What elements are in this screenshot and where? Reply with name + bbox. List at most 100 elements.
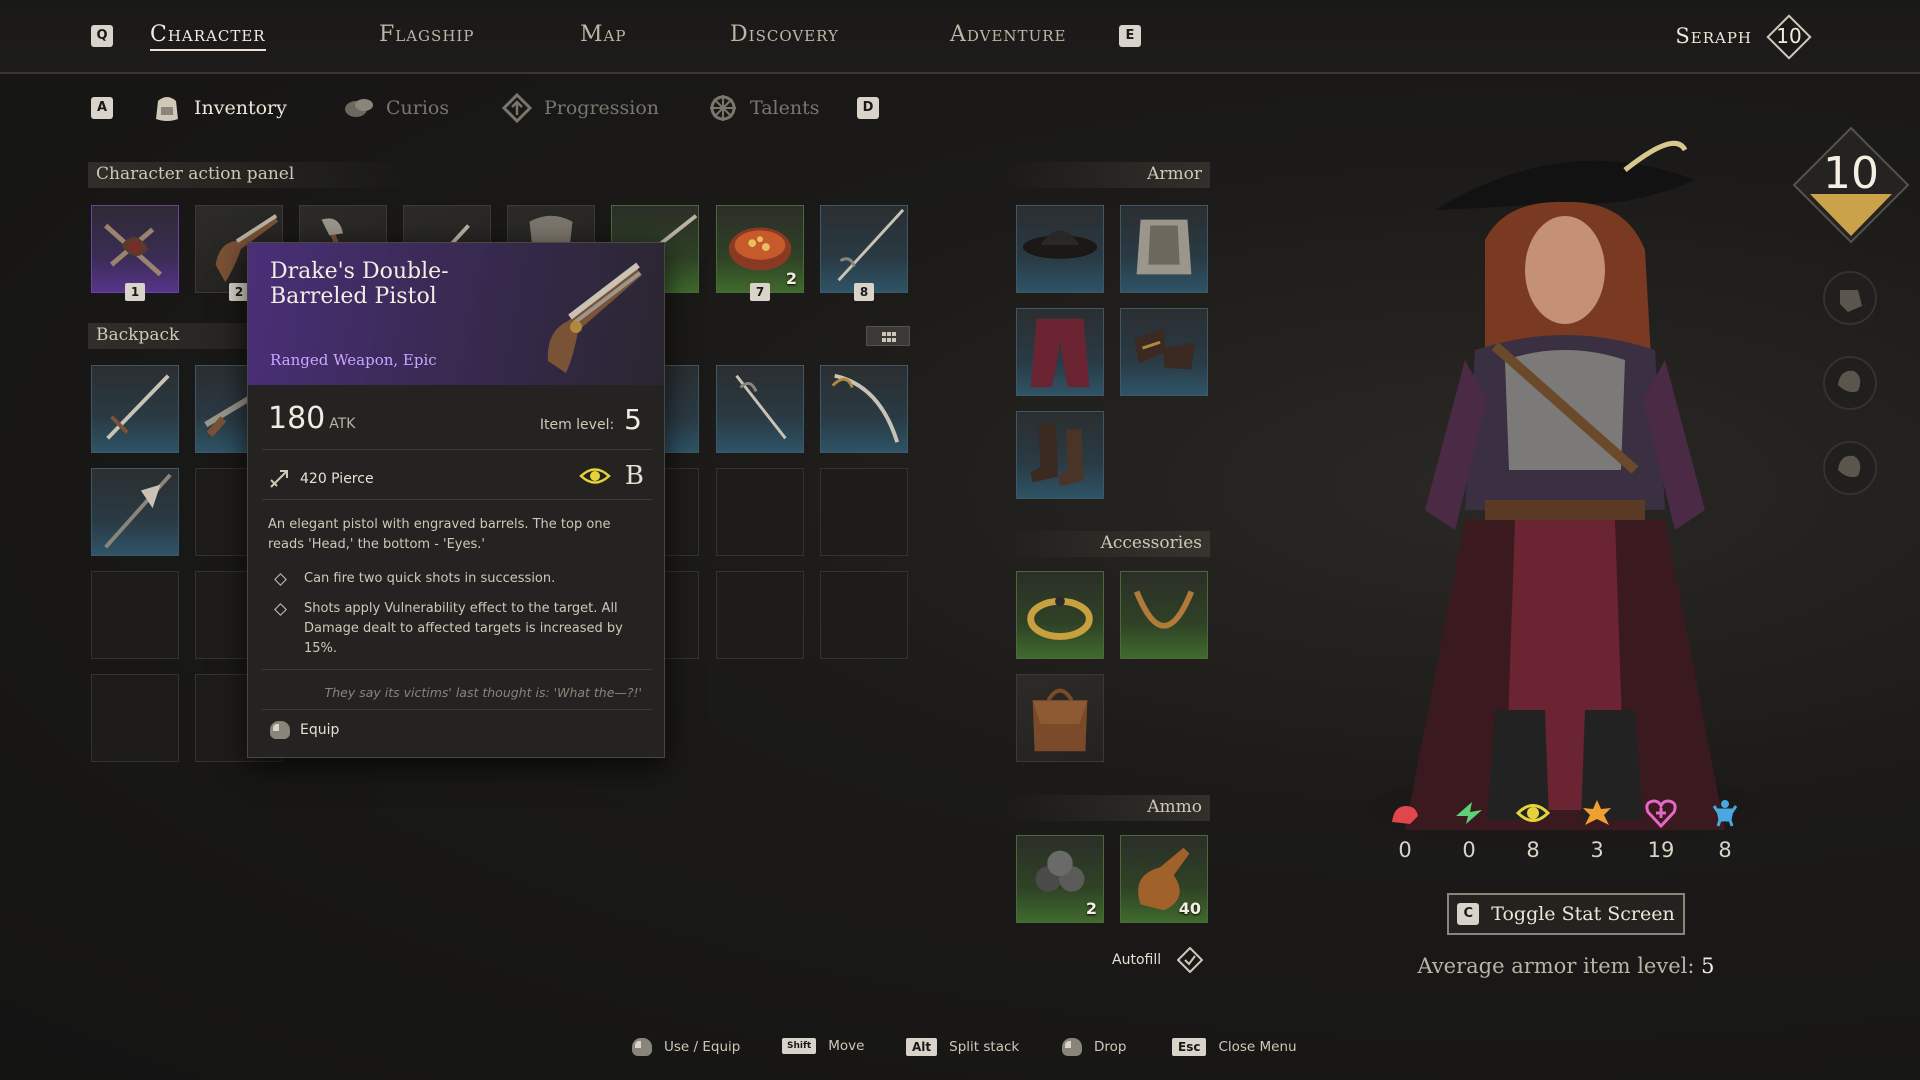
tab-map[interactable]: Map xyxy=(580,22,626,47)
power-icon xyxy=(1583,800,1611,825)
stat-value: 0 xyxy=(1462,838,1476,862)
tab-discovery[interactable]: Discovery xyxy=(730,22,839,47)
top-nav-bar: Q Character Flagship Map Discovery Adven… xyxy=(0,0,1920,74)
necklace-icon xyxy=(1133,590,1195,629)
stat-power: 3 xyxy=(1572,798,1622,862)
rapier-icon xyxy=(837,208,905,282)
tooltip-header: Drake's Double-Barreled Pistol Ranged We… xyxy=(248,243,664,385)
tab-flagship[interactable]: Flagship xyxy=(379,22,474,47)
hint-split-stack[interactable]: Alt Split stack xyxy=(906,1038,1019,1056)
diamond-bullet-icon xyxy=(274,603,287,616)
boots-icon xyxy=(1030,423,1084,487)
hotkey-badge: 7 xyxy=(750,283,770,301)
hint-drop[interactable]: Drop xyxy=(1062,1038,1126,1056)
armor-header: Armor xyxy=(1000,162,1210,188)
equip-action[interactable]: Equip xyxy=(270,721,339,739)
vitality-icon xyxy=(1645,799,1677,829)
armor-slot-chest[interactable] xyxy=(1120,205,1208,293)
subtab-inventory[interactable]: Inventory xyxy=(150,92,287,124)
autofill-check-icon xyxy=(1177,947,1204,973)
backpack-slot-empty[interactable] xyxy=(91,571,179,659)
subnav-prev-key[interactable]: A xyxy=(91,97,113,119)
hint-use-equip[interactable]: Use / Equip xyxy=(632,1038,740,1056)
talents-icon xyxy=(710,95,736,121)
ammo-slot-powder[interactable]: 40 xyxy=(1120,835,1208,923)
action-slot-7[interactable]: 2 7 xyxy=(716,205,804,301)
side-ability-slot[interactable] xyxy=(1822,270,1878,326)
divider xyxy=(262,669,652,670)
subtab-inventory-label: Inventory xyxy=(194,97,287,119)
backpack-icon xyxy=(156,97,178,121)
armor-slot-hat[interactable] xyxy=(1016,205,1104,293)
item-tooltip: Drake's Double-Barreled Pistol Ranged We… xyxy=(247,242,665,758)
grid-view-toggle[interactable] xyxy=(866,326,910,346)
backpack-slot-empty[interactable] xyxy=(820,571,908,659)
armor-slot-legs[interactable] xyxy=(1016,308,1104,396)
backpack-slot[interactable] xyxy=(91,365,179,453)
nav-prev-key[interactable]: Q xyxy=(91,25,113,47)
character-level-badge: 10 xyxy=(1790,124,1912,246)
subnav-next-key[interactable]: D xyxy=(857,97,879,119)
sword-icon xyxy=(106,374,170,440)
crossbow-icon xyxy=(104,223,163,277)
subtab-talents[interactable]: Talents xyxy=(706,92,819,124)
mouse-right-icon xyxy=(1062,1038,1082,1056)
backpack-slot-empty[interactable] xyxy=(716,468,804,556)
flavor-text: They say its victims' last thought is: '… xyxy=(324,685,642,700)
backpack-slot[interactable] xyxy=(820,365,908,453)
perk-text: Shots apply Vulnerability effect to the … xyxy=(304,601,623,656)
gloves-icon xyxy=(1134,328,1196,370)
stat-vitality: 19 xyxy=(1636,798,1686,862)
ammo-header: Ammo xyxy=(1000,795,1210,821)
action-slot-8[interactable]: 8 xyxy=(820,205,908,301)
side-ability-slot[interactable] xyxy=(1822,440,1878,496)
hint-label: Move xyxy=(828,1038,865,1054)
agility-icon xyxy=(1456,802,1482,824)
autofill-toggle[interactable]: Autofill xyxy=(1112,947,1204,973)
mouse-left-icon xyxy=(632,1038,652,1056)
cutlass-icon xyxy=(831,373,900,443)
accessory-slot-necklace[interactable] xyxy=(1120,571,1208,659)
action-slot-1[interactable]: 1 xyxy=(91,205,179,301)
armor-slot-gloves[interactable] xyxy=(1120,308,1208,396)
item-level-value: 5 xyxy=(624,403,642,436)
item-name: Drake's Double-Barreled Pistol xyxy=(270,259,449,309)
accessory-slot-ring[interactable] xyxy=(1016,571,1104,659)
toggle-stat-screen-button[interactable]: C Toggle Stat Screen xyxy=(1447,893,1685,935)
accessory-slot-bag[interactable] xyxy=(1016,674,1104,762)
subtab-talents-label: Talents xyxy=(750,97,820,119)
backpack-slot[interactable] xyxy=(716,365,804,453)
tab-adventure[interactable]: Adventure xyxy=(950,22,1066,47)
pistol-icon xyxy=(547,262,642,373)
armor-slot-boots[interactable] xyxy=(1016,411,1104,499)
perk-text: Can fire two quick shots in succession. xyxy=(304,571,556,586)
stat-perception: 8 xyxy=(1508,798,1558,862)
fist-ability-icon xyxy=(1823,271,1877,325)
tab-character[interactable]: Character xyxy=(150,22,266,51)
subtab-curios[interactable]: Curios xyxy=(342,92,449,124)
esc-key: Esc xyxy=(1172,1038,1207,1056)
hint-move[interactable]: Shift Move xyxy=(782,1038,864,1054)
progression-icon xyxy=(501,93,533,123)
backpack-slot-empty[interactable] xyxy=(716,571,804,659)
backpack-slot-empty[interactable] xyxy=(820,468,908,556)
average-armor-level: Average armor item level: 5 xyxy=(1380,954,1752,978)
backpack-slot-empty[interactable] xyxy=(91,674,179,762)
pierce-icon xyxy=(270,470,288,488)
backpack-slot[interactable] xyxy=(91,468,179,556)
hotkey-badge: 2 xyxy=(229,283,249,301)
hint-close-menu[interactable]: Esc Close Menu xyxy=(1172,1038,1297,1056)
alt-key: Alt xyxy=(906,1038,938,1056)
subtab-progression[interactable]: Progression xyxy=(500,92,659,124)
divider xyxy=(262,709,652,710)
nav-next-key[interactable]: E xyxy=(1119,25,1141,47)
subtab-progression-label: Progression xyxy=(544,97,660,119)
stat-value: 8 xyxy=(1718,838,1732,862)
hotkey-badge: 1 xyxy=(125,283,145,301)
avg-armor-label: Average armor item level: xyxy=(1417,954,1695,978)
side-ability-slot[interactable] xyxy=(1822,355,1878,411)
hint-label: Split stack xyxy=(949,1039,1020,1055)
shift-key: Shift xyxy=(782,1038,817,1054)
ammo-slot-cannonballs[interactable]: 2 xyxy=(1016,835,1104,923)
mouse-left-icon xyxy=(270,721,290,739)
